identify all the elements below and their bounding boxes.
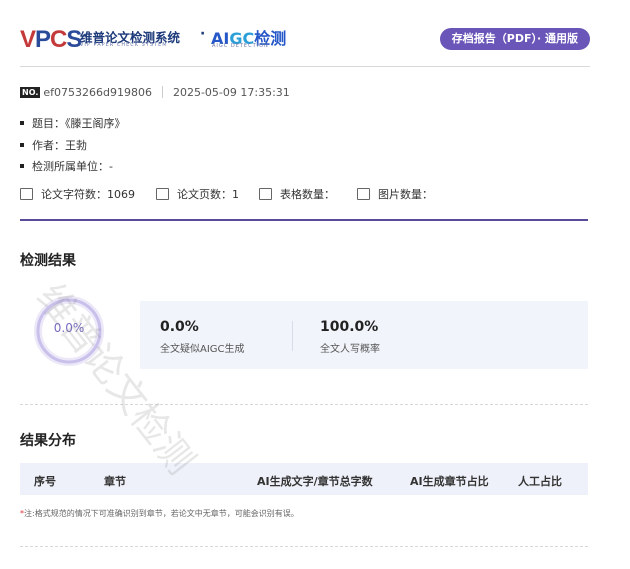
unit-label: 检测所属单位： [32, 160, 109, 173]
section-divider [20, 219, 588, 221]
table-count-stat: 表格数量： [259, 186, 335, 202]
distribution-table-header: 序号 章节 AI生成文字/章节总字数 AI生成章节占比 人工占比 [20, 463, 588, 495]
dashed-divider [20, 404, 588, 405]
pages-icon [156, 188, 169, 200]
char-count-stat: 论文字符数：1069 [20, 186, 135, 202]
info-title: 题目：《滕王阁序》 [20, 115, 126, 131]
document-text-icon [20, 188, 33, 200]
result-divider [292, 321, 293, 351]
ring-value: 0.0% [53, 321, 85, 335]
dashed-divider [20, 546, 588, 547]
human-label: 全文人写概率 [320, 344, 380, 355]
result-summary-box: 0.0% 全文疑似AIGC生成 100.0% 全文人写概率 [140, 301, 588, 369]
note-text: 注:格式规范的情况下可准确识别到章节，若论文中无章节，可能会识别有误。 [24, 509, 299, 518]
char-count-label: 论文字符数： [41, 188, 107, 201]
title-label: 题目： [32, 117, 65, 130]
page-count-label: 论文页数： [177, 188, 232, 201]
author-label: 作者： [32, 139, 65, 152]
page-count-stat: 论文页数：1 [156, 186, 239, 202]
divider [161, 86, 163, 98]
distribution-title: 结果分布 [20, 433, 76, 449]
col-chapter: 章节 [104, 475, 126, 488]
unit-value: - [109, 160, 113, 173]
system-name-en: VIP PAPER CHECK SYSTEM [80, 42, 168, 48]
author-value: 王勃 [65, 139, 87, 152]
image-icon [357, 188, 370, 200]
results-title: 检测结果 [20, 253, 76, 269]
info-unit: 检测所属单位：- [20, 158, 113, 174]
vpcs-logo: VPCS [20, 26, 82, 53]
report-meta: NO. ef0753266d919806 2025-05-09 17:35:31 [20, 86, 290, 99]
bullet-icon [20, 121, 24, 125]
report-header: VPCS 维普论文检测系统 VIP PAPER CHECK SYSTEM · A… [20, 22, 590, 67]
char-count-value: 1069 [107, 188, 135, 201]
bullet-icon [20, 164, 24, 168]
no-label: NO. [20, 87, 41, 98]
report-datetime: 2025-05-09 17:35:31 [172, 86, 290, 99]
aigc-label: 全文疑似AIGC生成 [160, 344, 245, 355]
col-ai-chapter-ratio: AI生成章节占比 [410, 475, 489, 488]
aigc-value: 0.0% [160, 319, 199, 335]
title-value: 《滕王阁序》 [65, 117, 126, 130]
image-count-stat: 图片数量： [357, 186, 433, 202]
col-index: 序号 [34, 475, 56, 488]
aigc-logo-en: AIGC DETECTION [212, 43, 269, 49]
human-value: 100.0% [320, 319, 379, 335]
report-id: ef0753266d919806 [43, 86, 152, 99]
bullet-icon [20, 143, 24, 147]
table-icon [259, 188, 272, 200]
chapter-note: *注:格式规范的情况下可准确识别到章节，若论文中无章节，可能会识别有误。 [20, 508, 299, 519]
page-count-value: 1 [232, 188, 239, 201]
logo-separator: · [200, 26, 206, 42]
table-count-label: 表格数量： [280, 188, 335, 201]
col-ai-text-ratio: AI生成文字/章节总字数 [257, 475, 373, 488]
report-type-badge: 存档报告（PDF）· 通用版 [439, 28, 590, 50]
col-human-ratio: 人工占比 [518, 475, 562, 488]
info-author: 作者：王勃 [20, 137, 87, 153]
image-count-label: 图片数量： [378, 188, 433, 201]
